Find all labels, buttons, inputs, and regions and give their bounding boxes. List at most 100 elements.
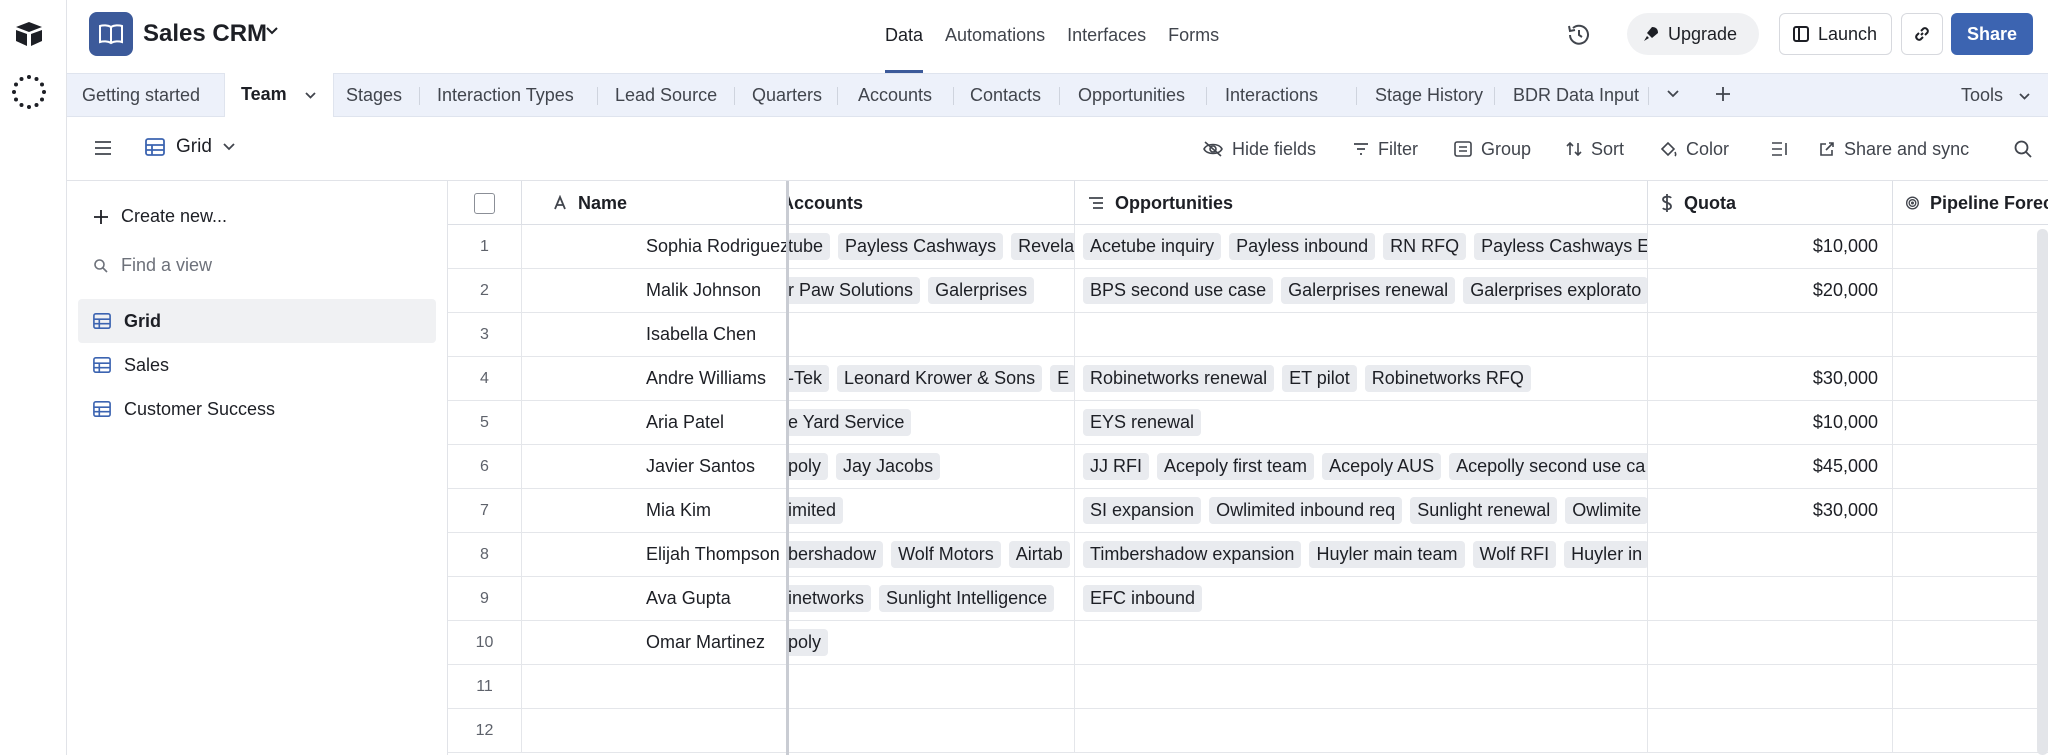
filter-button[interactable]: Filter: [1352, 117, 1418, 181]
account-pill[interactable]: inetworks: [788, 585, 872, 612]
opportunities-cell[interactable]: Robinetworks renewal ET pilot Robinetworks…: [1075, 357, 1648, 400]
accounts-cell[interactable]: r Paw Solutions Galerprises: [788, 269, 1075, 312]
account-pill[interactable]: Leonard Krower & Sons: [837, 365, 1043, 392]
airtable-logo-icon[interactable]: [14, 20, 44, 48]
vertical-scrollbar[interactable]: [2037, 229, 2048, 755]
quota-cell[interactable]: [1648, 577, 1893, 620]
opportunities-cell[interactable]: BPS second use case Galerprises renewal Ga…: [1075, 269, 1648, 312]
name-cell[interactable]: Ava Gupta: [522, 577, 788, 620]
base-book-icon[interactable]: [89, 12, 133, 56]
quota-cell[interactable]: [1648, 621, 1893, 664]
opportunities-cell[interactable]: [1075, 313, 1648, 356]
quota-cell[interactable]: [1648, 665, 1893, 708]
account-pill[interactable]: Revela: [1011, 233, 1074, 260]
find-view-input[interactable]: Find a view: [93, 255, 212, 276]
opportunities-cell[interactable]: [1075, 621, 1648, 664]
column-header-opportunities[interactable]: Opportunities: [1075, 181, 1648, 225]
tab-interactions[interactable]: Interactions: [1225, 74, 1318, 116]
quota-cell[interactable]: $30,000: [1648, 489, 1893, 532]
account-pill[interactable]: poly: [788, 453, 829, 480]
opportunity-pill[interactable]: Galerprises explorato: [1463, 277, 1647, 304]
account-pill[interactable]: Jay Jacobs: [836, 453, 941, 480]
menu-icon[interactable]: [93, 139, 113, 157]
account-pill[interactable]: E: [1050, 365, 1074, 392]
nav-automations[interactable]: Automations: [945, 0, 1045, 73]
upgrade-button[interactable]: Upgrade: [1627, 13, 1759, 55]
tab-team[interactable]: Team: [224, 73, 334, 117]
opportunities-cell[interactable]: Timbershadow expansion Huyler main team Wo…: [1075, 533, 1648, 576]
name-cell[interactable]: [522, 709, 788, 752]
accounts-cell[interactable]: inetworks Sunlight Intelligence: [788, 577, 1075, 620]
pipeline-cell[interactable]: [1893, 269, 2048, 312]
quota-cell[interactable]: [1648, 313, 1893, 356]
table-row[interactable]: 4 Andre Williams -Tek Leonard Krower & Sons…: [448, 357, 2048, 401]
accounts-cell[interactable]: [788, 313, 1075, 356]
opportunity-pill[interactable]: EYS renewal: [1083, 409, 1202, 436]
pipeline-cell[interactable]: [1893, 665, 2048, 708]
table-row[interactable]: 1 Sophia Rodriguez tube Payless Cashways Rev…: [448, 225, 2048, 269]
account-pill[interactable]: -Tek: [788, 365, 830, 392]
name-cell[interactable]: Aria Patel: [522, 401, 788, 444]
quota-cell[interactable]: $45,000: [1648, 445, 1893, 488]
table-row[interactable]: 8 Elijah Thompson bershadow Wolf Motors Airt…: [448, 533, 2048, 577]
quota-cell[interactable]: $20,000: [1648, 269, 1893, 312]
opportunity-pill[interactable]: Huyler in: [1564, 541, 1647, 568]
pipeline-cell[interactable]: [1893, 357, 2048, 400]
opportunities-cell[interactable]: [1075, 709, 1648, 752]
quota-cell[interactable]: [1648, 533, 1893, 576]
hide-fields-button[interactable]: Hide fields: [1202, 117, 1316, 181]
copy-link-button[interactable]: [1901, 13, 1943, 55]
share-button[interactable]: Share: [1951, 13, 2033, 55]
color-button[interactable]: Color: [1658, 117, 1729, 181]
account-pill[interactable]: bershadow: [788, 541, 884, 568]
name-cell[interactable]: [522, 665, 788, 708]
name-cell[interactable]: Elijah Thompson: [522, 533, 788, 576]
sort-button[interactable]: Sort: [1565, 117, 1624, 181]
quota-cell[interactable]: $10,000: [1648, 225, 1893, 268]
launch-button[interactable]: Launch: [1779, 13, 1892, 55]
opportunities-cell[interactable]: EFC inbound: [1075, 577, 1648, 620]
opportunities-cell[interactable]: SI expansion Owlimited inbound req Sunligh…: [1075, 489, 1648, 532]
pipeline-cell[interactable]: [1893, 533, 2048, 576]
opportunity-pill[interactable]: Timbershadow expansion: [1083, 541, 1302, 568]
account-pill[interactable]: Airtab: [1008, 541, 1070, 568]
table-row[interactable]: 2 Malik Johnson r Paw Solutions Galerprises…: [448, 269, 2048, 313]
accounts-cell[interactable]: tube Payless Cashways Revela: [788, 225, 1075, 268]
table-row[interactable]: 3 Isabella Chen: [448, 313, 2048, 357]
chevron-down-icon[interactable]: [1665, 86, 1681, 102]
account-pill[interactable]: e Yard Service: [788, 409, 912, 436]
name-cell[interactable]: Andre Williams: [522, 357, 788, 400]
name-cell[interactable]: Sophia Rodriguez: [522, 225, 788, 268]
name-cell[interactable]: Omar Martinez: [522, 621, 788, 664]
opportunity-pill[interactable]: SI expansion: [1083, 497, 1202, 524]
share-sync-button[interactable]: Share and sync: [1818, 117, 1969, 181]
opportunity-pill[interactable]: BPS second use case: [1083, 277, 1274, 304]
table-row[interactable]: 11: [448, 665, 2048, 709]
opportunity-pill[interactable]: JJ RFI: [1083, 453, 1149, 480]
opportunity-pill[interactable]: Wolf RFI: [1472, 541, 1557, 568]
pipeline-cell[interactable]: [1893, 445, 2048, 488]
tab-getting-started[interactable]: Getting started: [82, 74, 200, 116]
opportunity-pill[interactable]: RN RFQ: [1383, 233, 1467, 260]
account-pill[interactable]: Sunlight Intelligence: [879, 585, 1055, 612]
accounts-cell[interactable]: poly Jay Jacobs: [788, 445, 1075, 488]
opportunity-pill[interactable]: Acepoly first team: [1157, 453, 1315, 480]
pipeline-cell[interactable]: [1893, 313, 2048, 356]
account-pill[interactable]: Galerprises: [928, 277, 1035, 304]
create-new-view-button[interactable]: Create new...: [93, 206, 227, 227]
opportunity-pill[interactable]: Payless inbound: [1229, 233, 1376, 260]
table-row[interactable]: 7 Mia Kim imited SI expansion Owlimited inbo…: [448, 489, 2048, 533]
pipeline-cell[interactable]: [1893, 225, 2048, 268]
group-button[interactable]: Group: [1453, 117, 1531, 181]
opportunities-cell[interactable]: [1075, 665, 1648, 708]
search-icon[interactable]: [2013, 117, 2033, 181]
opportunity-pill[interactable]: ET pilot: [1282, 365, 1357, 392]
name-cell[interactable]: Mia Kim: [522, 489, 788, 532]
view-switcher[interactable]: Grid: [144, 136, 236, 158]
opportunity-pill[interactable]: Acepolly second use ca: [1449, 453, 1647, 480]
tab-stages[interactable]: Stages: [346, 74, 402, 116]
pipeline-cell[interactable]: [1893, 621, 2048, 664]
accounts-cell[interactable]: imited: [788, 489, 1075, 532]
pipeline-cell[interactable]: [1893, 709, 2048, 752]
table-row[interactable]: 12: [448, 709, 2048, 753]
